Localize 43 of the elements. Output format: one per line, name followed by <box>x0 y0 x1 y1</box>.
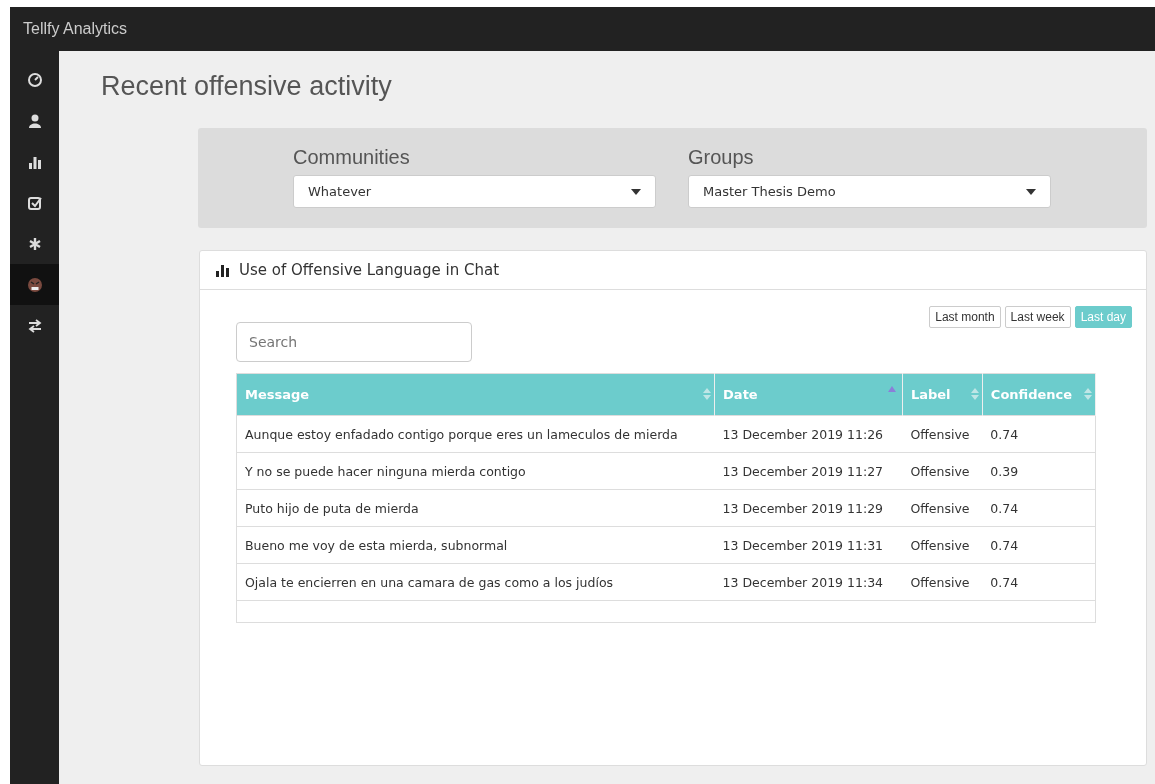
table-cell: Bueno me voy de esta mierda, subnormal <box>245 537 508 553</box>
table-cell: Offensive <box>910 500 970 516</box>
range-button[interactable]: Last month <box>929 306 1001 328</box>
caret-icon <box>1026 188 1036 195</box>
dropdown[interactable]: Whatever <box>293 175 656 208</box>
table-cell: 13 December 2019 11:27 <box>722 463 884 479</box>
column-header[interactable]: Label <box>902 373 983 416</box>
table-cell: 0.74 <box>990 500 1019 516</box>
gauge-icon <box>26 71 43 88</box>
checkbox-icon <box>26 194 43 211</box>
swap-arrows-icon <box>26 317 43 334</box>
table-cell: 0.74 <box>990 426 1019 442</box>
app-title: Tellfy Analytics <box>23 20 128 38</box>
table-cell: Ojala te encierren en una camara de gas como a los judíos <box>245 574 614 590</box>
table-cell: 13 December 2019 11:34 <box>722 574 884 590</box>
search-field[interactable]: Search <box>236 322 472 362</box>
table-cell: Offensive <box>910 463 970 479</box>
table-cell: 13 December 2019 11:29 <box>722 500 884 516</box>
column-header[interactable]: Confidence <box>982 373 1096 416</box>
table-cell: Y no se puede hacer ninguna mierda contigo <box>245 463 526 479</box>
page-title: Recent offensive activity <box>101 71 393 102</box>
filter-label: Communities <box>293 146 411 169</box>
filter-label: Groups <box>688 146 755 169</box>
caret-icon <box>631 188 641 195</box>
table-cell: 0.74 <box>990 537 1019 553</box>
table-cell: 13 December 2019 11:31 <box>722 537 884 553</box>
card-title: Use of Offensive Language in Chat <box>239 261 500 279</box>
table-cell: Offensive <box>910 426 970 442</box>
angry-face-icon <box>26 276 43 293</box>
range-button[interactable]: Last day <box>1074 306 1132 328</box>
table-cell: 0.39 <box>990 463 1019 479</box>
user-icon <box>26 112 43 129</box>
table-cell: Aunque estoy enfadado contigo porque eres un lameculos de mierda <box>245 426 678 442</box>
table-cell: Offensive <box>910 537 970 553</box>
table-cell: Offensive <box>910 574 970 590</box>
table-cell: 0.74 <box>990 574 1019 590</box>
dropdown[interactable]: Master Thesis Demo <box>688 175 1051 208</box>
column-header[interactable]: Date <box>714 373 903 416</box>
table-cell: Puto hijo de puta de mierda <box>245 500 419 516</box>
range-button[interactable]: Last week <box>1004 306 1071 328</box>
bar-chart-icon <box>216 263 229 277</box>
table-cell: 13 December 2019 11:26 <box>722 426 884 442</box>
column-header[interactable]: Message <box>236 373 715 416</box>
